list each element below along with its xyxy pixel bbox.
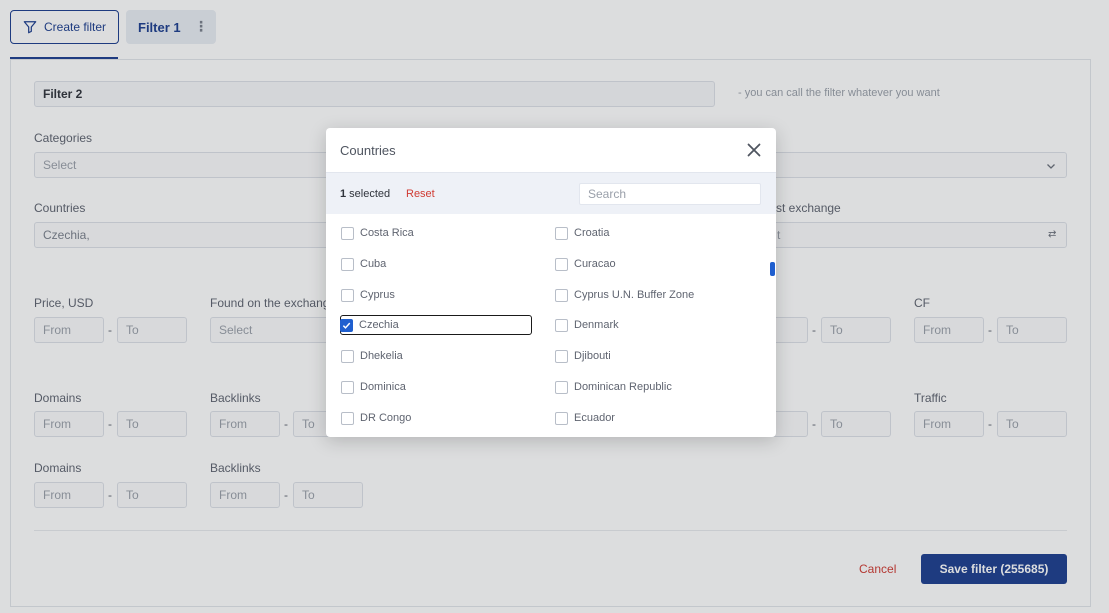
country-option[interactable]: Cyprus: [341, 285, 395, 305]
country-option-label: Dominican Republic: [574, 381, 672, 393]
country-option-label: Djibouti: [574, 350, 611, 362]
country-option-label: Cyprus: [360, 289, 395, 301]
scrollbar-thumb[interactable]: [770, 262, 775, 276]
checkbox[interactable]: [555, 226, 568, 240]
country-option[interactable]: Djibouti: [555, 346, 611, 366]
selected-suffix: selected: [346, 188, 391, 200]
country-option[interactable]: Denmark: [555, 315, 619, 335]
country-option-label: Costa Rica: [360, 227, 414, 239]
country-option-label: Curacao: [574, 258, 616, 270]
checkbox[interactable]: [341, 411, 354, 425]
country-option-label: Croatia: [574, 227, 610, 239]
checkbox[interactable]: [341, 288, 354, 302]
country-option-label: Dhekelia: [360, 350, 403, 362]
country-option-label: Denmark: [574, 319, 619, 331]
country-option[interactable]: Ecuador: [555, 408, 615, 428]
country-option[interactable]: Dhekelia: [341, 346, 403, 366]
checkbox[interactable]: [341, 349, 354, 363]
checkbox[interactable]: [555, 318, 568, 332]
checkbox[interactable]: [555, 257, 568, 271]
country-option[interactable]: Croatia: [555, 223, 609, 243]
country-option[interactable]: DR Congo: [341, 408, 411, 428]
country-option[interactable]: Cyprus U.N. Buffer Zone: [555, 285, 694, 305]
modal-title: Countries: [340, 143, 396, 158]
country-option-label: DR Congo: [360, 412, 412, 424]
checkbox[interactable]: [341, 380, 354, 394]
country-option[interactable]: Curacao: [555, 254, 616, 274]
checkbox-checked[interactable]: [340, 318, 353, 332]
search-input[interactable]: [579, 183, 761, 205]
selected-count-text: 1 selected: [340, 188, 390, 200]
checkbox[interactable]: [341, 226, 354, 240]
country-option[interactable]: Cuba: [341, 254, 386, 274]
country-option-label: Dominica: [360, 381, 406, 393]
countries-modal: Countries 1 selected Reset Costa Rica Cub…: [326, 128, 776, 437]
close-icon[interactable]: [746, 142, 762, 158]
checkbox[interactable]: [555, 288, 568, 302]
country-option[interactable]: Costa Rica: [341, 223, 414, 243]
country-option-label: Cyprus U.N. Buffer Zone: [574, 289, 695, 301]
checkbox[interactable]: [341, 257, 354, 271]
country-option-label: Czechia: [359, 319, 399, 331]
country-option-label: Cuba: [360, 258, 387, 270]
selection-toolbar: 1 selected Reset: [326, 172, 776, 214]
reset-button[interactable]: Reset: [406, 188, 435, 200]
country-option-label: Ecuador: [574, 412, 615, 424]
check-icon: [342, 322, 351, 329]
checkbox[interactable]: [555, 349, 568, 363]
country-option[interactable]: Czechia: [340, 315, 532, 335]
country-option[interactable]: Dominican Republic: [555, 377, 672, 397]
checkbox[interactable]: [555, 411, 568, 425]
checkbox[interactable]: [555, 380, 568, 394]
country-option[interactable]: Dominica: [341, 377, 406, 397]
